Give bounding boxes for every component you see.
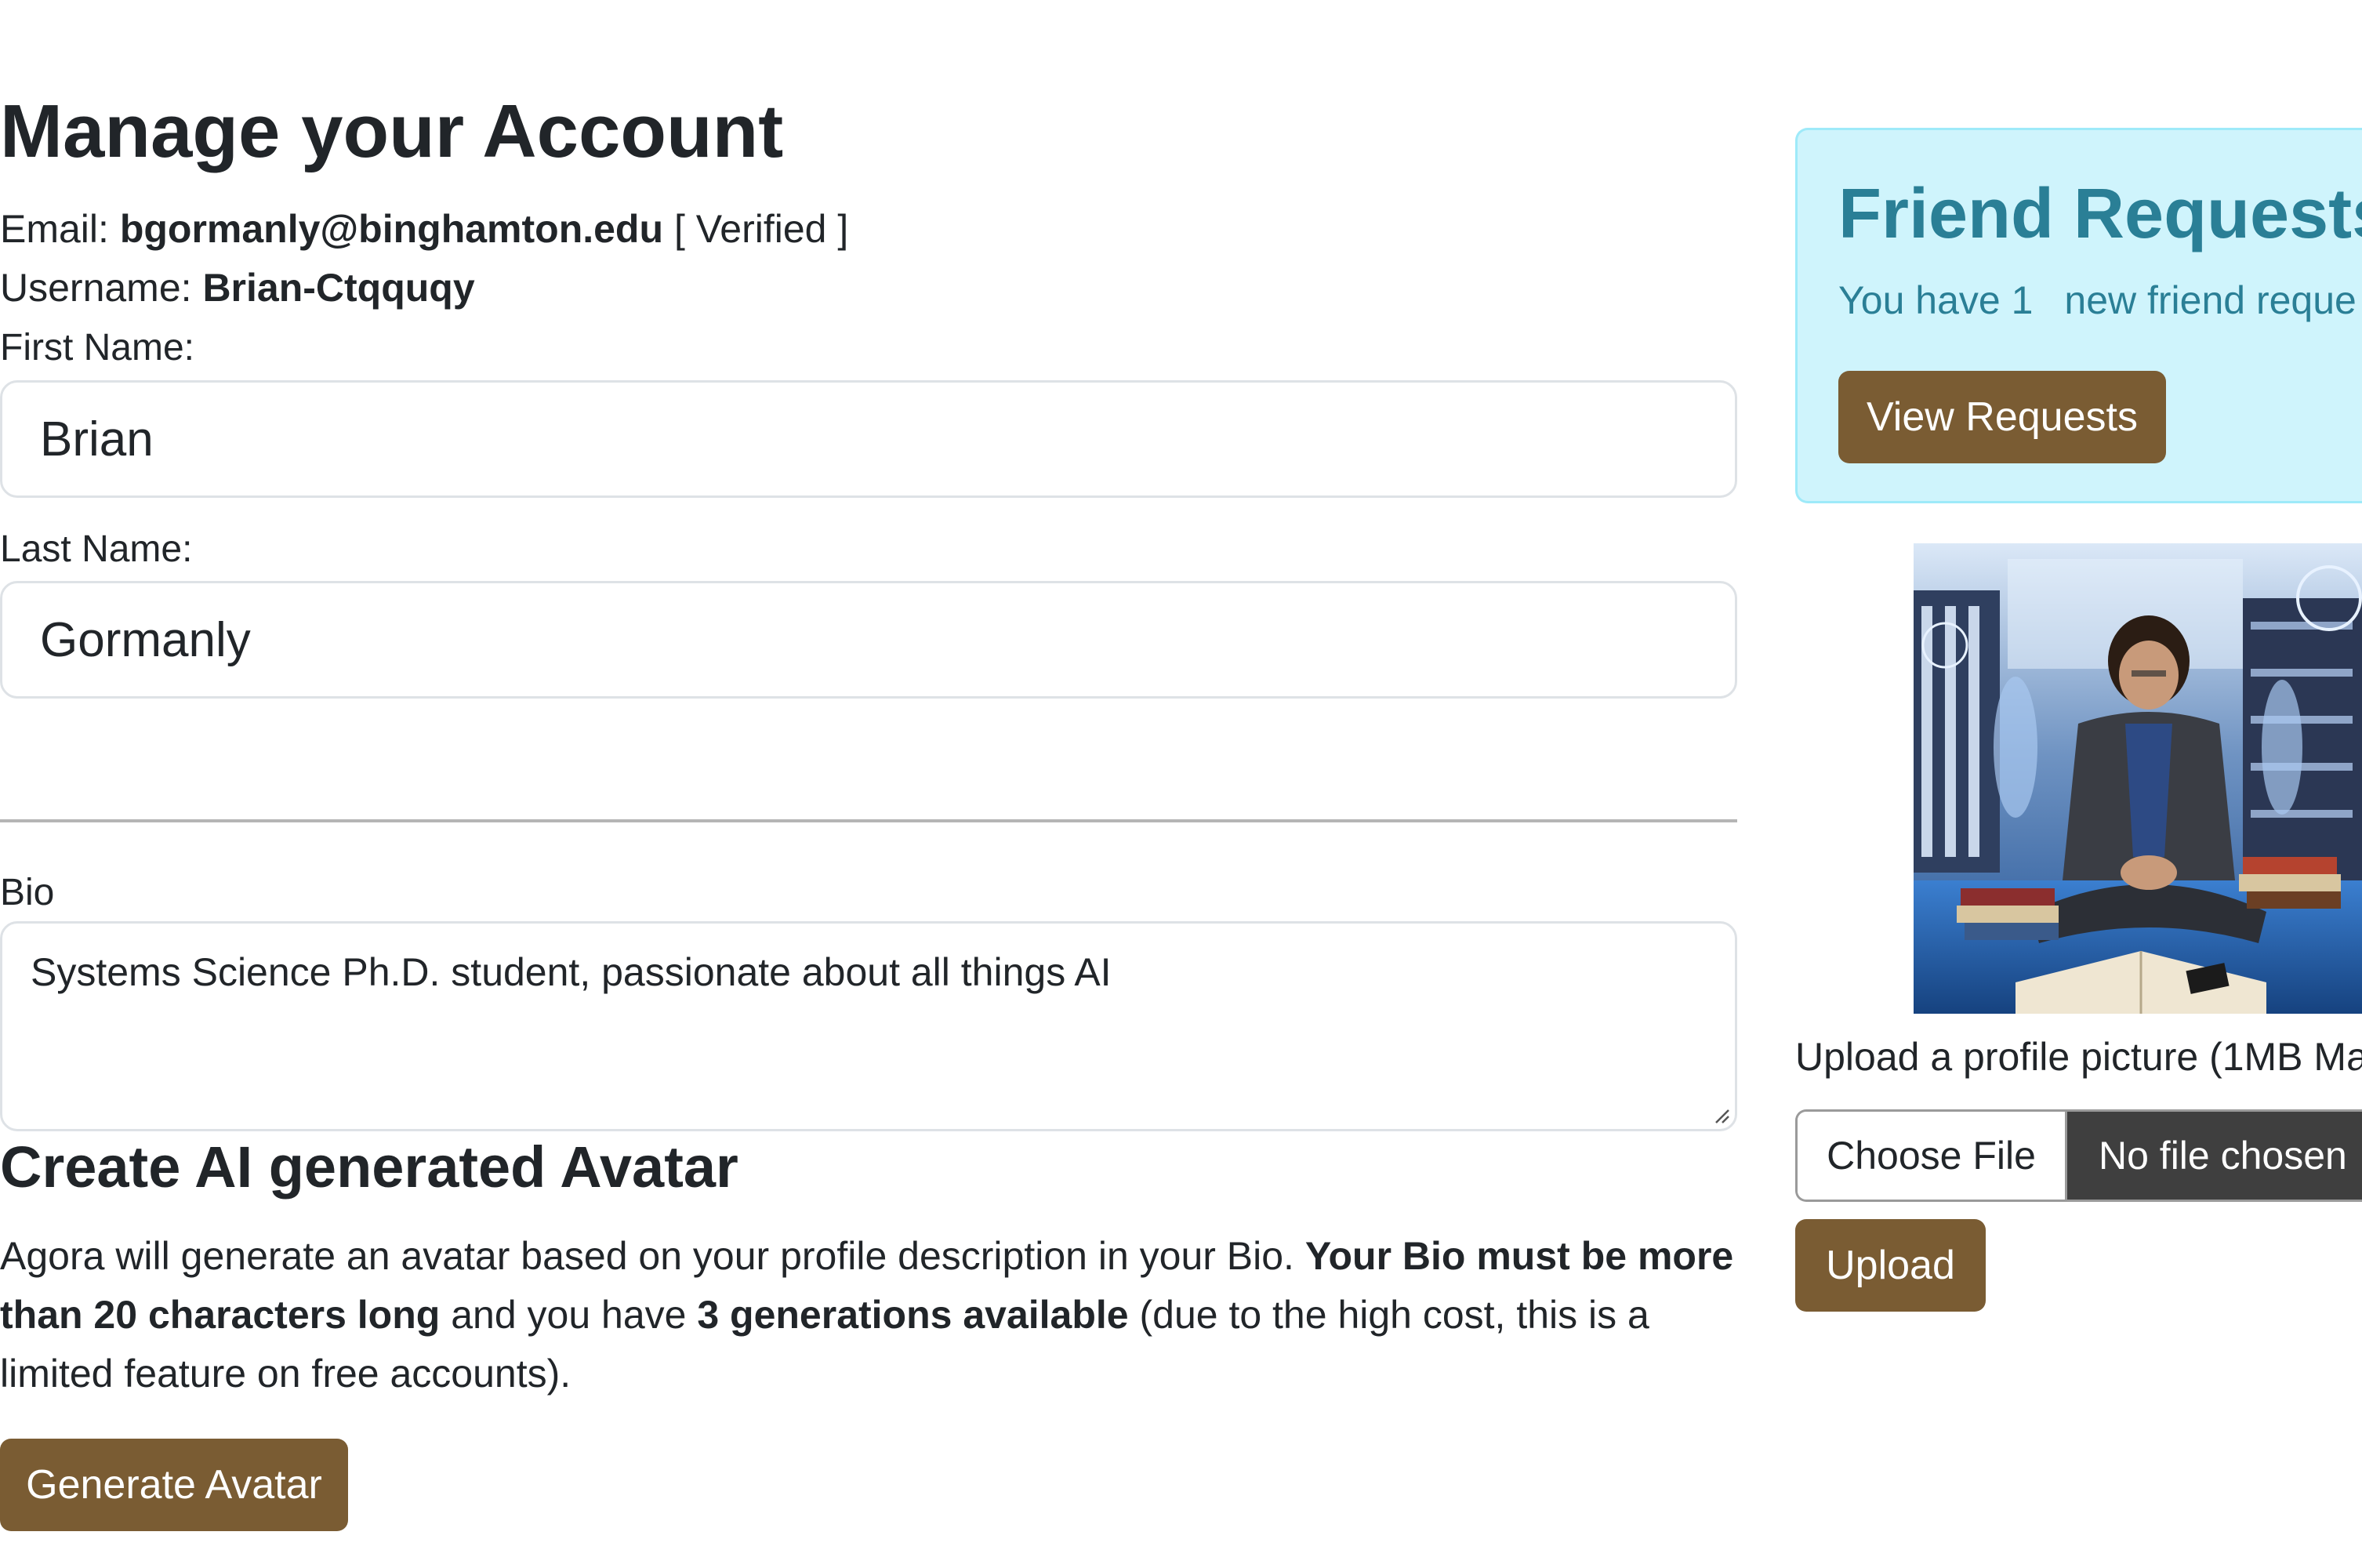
avatar-text-1: Agora will generate an avatar based on y… — [0, 1234, 1305, 1278]
friend-requests-count: You have 1 — [1838, 278, 2034, 322]
view-requests-button[interactable]: View Requests — [1838, 371, 2166, 463]
choose-file-button[interactable]: Choose File — [1798, 1112, 2067, 1200]
generate-avatar-button[interactable]: Generate Avatar — [0, 1439, 348, 1531]
profile-picture-illustration — [1914, 543, 2362, 1014]
upload-button[interactable]: Upload — [1795, 1219, 1986, 1312]
email-row: Email: bgormanly@binghamton.edu [ Verifi… — [0, 205, 848, 252]
avatar-text-2: and you have — [440, 1293, 698, 1337]
email-value: bgormanly@binghamton.edu — [119, 207, 664, 251]
first-name-label: First Name: — [0, 327, 195, 368]
email-verified-badge: [ Verified ] — [673, 207, 849, 251]
resize-handle-icon[interactable] — [1711, 1105, 1730, 1124]
username-value: Brian-Ctqquqy — [202, 266, 475, 310]
avatar-generations-count: 3 generations available — [697, 1293, 1129, 1337]
account-page: Manage your Account Email: bgormanly@bin… — [0, 0, 2362, 1568]
username-row: Username: Brian-Ctqquqy — [0, 264, 475, 311]
bio-label: Bio — [0, 872, 55, 913]
profile-picture — [1914, 543, 2362, 1014]
avatar-description: Agora will generate an avatar based on y… — [0, 1227, 1737, 1403]
friend-requests-text: You have 1 new friend reque — [1838, 278, 2357, 323]
section-divider — [0, 819, 1737, 822]
avatar-section-title: Create AI generated Avatar — [0, 1134, 738, 1200]
first-name-input[interactable]: Brian — [0, 380, 1737, 498]
friend-requests-card: Friend Requests You have 1 new friend req… — [1795, 128, 2362, 503]
last-name-input[interactable]: Gormanly — [0, 581, 1737, 699]
email-label: Email: — [0, 207, 109, 251]
friend-requests-suffix: new friend reque — [2064, 278, 2357, 322]
bio-value: Systems Science Ph.D. student, passionat… — [31, 950, 1112, 994]
file-status-text: No file chosen — [2067, 1112, 2362, 1200]
last-name-value: Gormanly — [40, 612, 251, 667]
upload-profile-picture-label: Upload a profile picture (1MB Ma — [1795, 1035, 2362, 1079]
friend-requests-title: Friend Requests — [1838, 175, 2362, 253]
page-title: Manage your Account — [0, 89, 784, 173]
first-name-value: Brian — [40, 412, 154, 466]
username-label: Username: — [0, 266, 192, 310]
bio-textarea[interactable]: Systems Science Ph.D. student, passionat… — [0, 921, 1737, 1131]
profile-picture-file-input[interactable]: Choose File No file chosen — [1795, 1109, 2362, 1202]
last-name-label: Last Name: — [0, 528, 193, 570]
